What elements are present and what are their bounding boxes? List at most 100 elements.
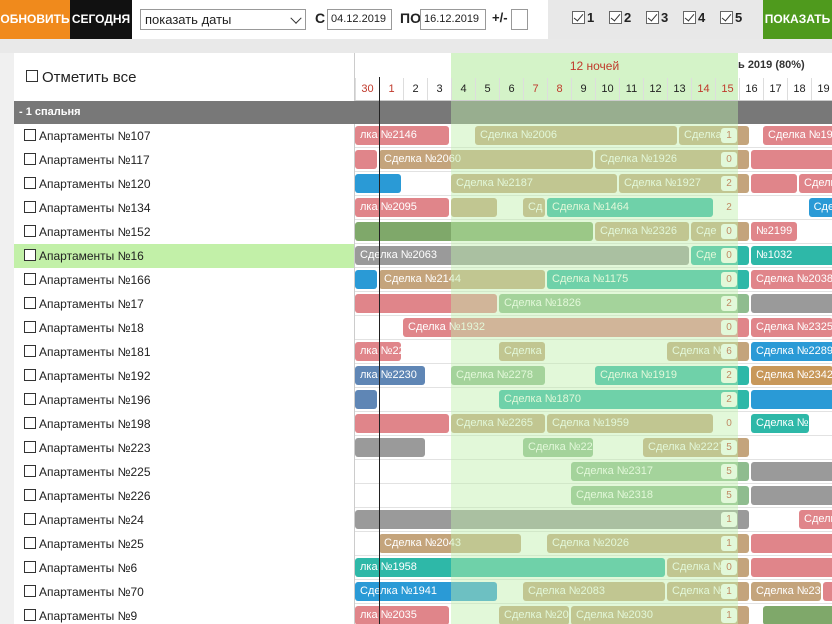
table-row[interactable]: Апартаменты №70 Сделка №1941 Сделка №2083 С… — [14, 580, 832, 604]
row-checkbox[interactable] — [24, 369, 36, 381]
booking-bar[interactable]: лка №2233 — [355, 342, 401, 361]
table-row[interactable]: Апартаменты №198 Сделка №2265 Сделка №1959… — [14, 412, 832, 436]
table-row[interactable]: Апартаменты №17 Сделка №1826 2 — [14, 292, 832, 316]
row-checkbox[interactable] — [24, 441, 36, 453]
booking-bar[interactable]: Сделка №1826 — [499, 294, 749, 313]
booking-bar[interactable]: Сделка №2026 — [547, 534, 749, 553]
booking-bar[interactable] — [355, 510, 749, 529]
row-checkbox[interactable] — [24, 561, 36, 573]
apartment-name[interactable]: Апартаменты №226 — [39, 484, 151, 508]
booking-bar[interactable]: Сделка № — [799, 174, 832, 193]
apartment-name[interactable]: Апартаменты №107 — [39, 124, 151, 148]
apartment-name[interactable]: Апартаменты №16 — [39, 244, 144, 268]
booking-bar[interactable] — [751, 150, 832, 169]
booking-bar[interactable]: Сделка №2144 — [379, 270, 545, 289]
booking-bar[interactable]: лка №2230 — [355, 366, 425, 385]
booking-bar[interactable]: Сделка №2265 — [451, 414, 545, 433]
booking-bar[interactable]: №2199 — [751, 222, 797, 241]
booking-bar[interactable]: Сделка №2289 — [751, 342, 832, 361]
booking-bar[interactable]: лка №2146 — [355, 126, 449, 145]
table-row[interactable]: Апартаменты №226 Сделка №2318 5 — [14, 484, 832, 508]
booking-bar[interactable] — [355, 150, 377, 169]
table-row[interactable]: Апартаменты №107 лка №2146 Сделка №2006 Сде… — [14, 124, 832, 148]
apartment-name[interactable]: Апартаменты №196 — [39, 388, 151, 412]
booking-bar[interactable] — [823, 582, 832, 601]
booking-bar[interactable] — [355, 174, 401, 193]
booking-bar[interactable]: Сделка №2043 — [379, 534, 521, 553]
row-checkbox[interactable] — [24, 153, 36, 165]
booking-bar[interactable]: Сделка №2300 — [751, 582, 821, 601]
row-checkbox[interactable] — [24, 249, 36, 261]
booking-bar[interactable]: Сделка №2342 — [751, 366, 832, 385]
table-row[interactable]: Апартаменты №120 Сделка №2187 Сделка №1927… — [14, 172, 832, 196]
table-row[interactable]: Апартаменты №152 Сделка №2326 Сде №2199 0 — [14, 220, 832, 244]
table-row[interactable]: Апартаменты №6 лка №1958 Сделка № 0 — [14, 556, 832, 580]
booking-bar[interactable]: Сделка №2060 — [379, 150, 593, 169]
row-checkbox[interactable] — [24, 513, 36, 525]
booking-bar[interactable]: Сд — [523, 198, 545, 217]
filter-checkbox-3[interactable] — [646, 11, 659, 24]
booking-bar[interactable]: Сделка №2006 — [475, 126, 677, 145]
booking-bar[interactable] — [763, 606, 832, 624]
row-checkbox[interactable] — [24, 585, 36, 597]
booking-bar[interactable]: лка №2095 — [355, 198, 449, 217]
apartment-name[interactable]: Апартаменты №117 — [39, 148, 150, 172]
row-checkbox[interactable] — [24, 489, 36, 501]
table-row[interactable]: Апартаменты №18 Сделка №1932 Сделка №2325 0 — [14, 316, 832, 340]
booking-bar[interactable] — [355, 222, 593, 241]
table-row[interactable]: Апартаменты №223 Сделка №2218Сделка №2227… — [14, 436, 832, 460]
apartment-name[interactable]: Апартаменты №17 — [39, 292, 144, 316]
table-row[interactable]: Апартаменты №181 лка №2233 Сделка №2284 Сде… — [14, 340, 832, 364]
booking-bar[interactable]: лка №1958 — [355, 558, 665, 577]
apartment-name[interactable]: Апартаменты №152 — [39, 220, 151, 244]
apartment-name[interactable]: Апартаменты №223 — [39, 436, 151, 460]
row-checkbox[interactable] — [24, 417, 36, 429]
table-row[interactable]: Апартаменты №196 Сделка №1870 2 — [14, 388, 832, 412]
table-row[interactable]: Апартаменты №225 Сделка №2317 5 — [14, 460, 832, 484]
today-button[interactable]: СЕГОДНЯ — [70, 0, 132, 39]
row-checkbox[interactable] — [24, 225, 36, 237]
booking-bar[interactable]: Сделка № — [679, 126, 749, 145]
apartment-name[interactable]: Апартаменты №25 — [39, 532, 144, 556]
show-button[interactable]: ПОКАЗАТЬ — [763, 0, 832, 39]
table-row[interactable]: Апартаменты №166 Сделка №2144 Сделка №1175… — [14, 268, 832, 292]
apartment-name[interactable]: Апартаменты №192 — [39, 364, 151, 388]
booking-bar[interactable]: Сде — [691, 246, 749, 265]
row-checkbox[interactable] — [24, 177, 36, 189]
booking-bar[interactable]: Сделка №1932 — [403, 318, 749, 337]
booking-bar[interactable] — [751, 462, 832, 481]
table-row[interactable]: Апартаменты №9лка №2035Сделка №2047Сделк… — [14, 604, 832, 624]
apartment-name[interactable]: Апартаменты №70 — [39, 580, 144, 604]
table-row[interactable]: Апартаменты №192 лка №2230 Сделка №2278 Сде… — [14, 364, 832, 388]
booking-bar[interactable]: Сделка №2218 — [523, 438, 593, 457]
booking-bar[interactable]: Сделка №1175 — [547, 270, 749, 289]
date-mode-select[interactable]: показать даты — [140, 9, 306, 30]
booking-bar[interactable]: Сделка №2038 — [751, 270, 832, 289]
check-all-checkbox[interactable] — [26, 70, 38, 82]
booking-bar[interactable]: Сделка №2047 — [499, 606, 569, 624]
apartment-name[interactable]: Апартаменты №24 — [39, 508, 144, 532]
filter-checkbox-4[interactable] — [683, 11, 696, 24]
row-checkbox[interactable] — [24, 465, 36, 477]
booking-bar[interactable] — [751, 534, 832, 553]
booking-bar[interactable]: Сделка №2284 — [499, 342, 545, 361]
booking-bar[interactable] — [355, 438, 425, 457]
row-checkbox[interactable] — [24, 321, 36, 333]
apartment-name[interactable]: Апартаменты №6 — [39, 556, 137, 580]
booking-bar[interactable]: Сделка №1464 — [547, 198, 713, 217]
booking-bar[interactable]: №1032 — [751, 246, 832, 265]
booking-bar[interactable] — [751, 558, 832, 577]
row-checkbox[interactable] — [24, 201, 36, 213]
filter-checkbox-5[interactable] — [720, 11, 733, 24]
apartment-name[interactable]: Апартаменты №181 — [39, 340, 151, 364]
group-row-1-bedroom[interactable]: - 1 спальня — [14, 101, 832, 124]
row-checkbox[interactable] — [24, 537, 36, 549]
apartment-name[interactable]: Апартаменты №18 — [39, 316, 144, 340]
filter-checkbox-1[interactable] — [572, 11, 585, 24]
filter-checkbox-2[interactable] — [609, 11, 622, 24]
booking-bar[interactable] — [355, 414, 449, 433]
row-checkbox[interactable] — [24, 345, 36, 357]
booking-bar[interactable]: Сделка №1940 — [763, 126, 832, 145]
apartment-name[interactable]: Апартаменты №198 — [39, 412, 151, 436]
row-checkbox[interactable] — [24, 273, 36, 285]
